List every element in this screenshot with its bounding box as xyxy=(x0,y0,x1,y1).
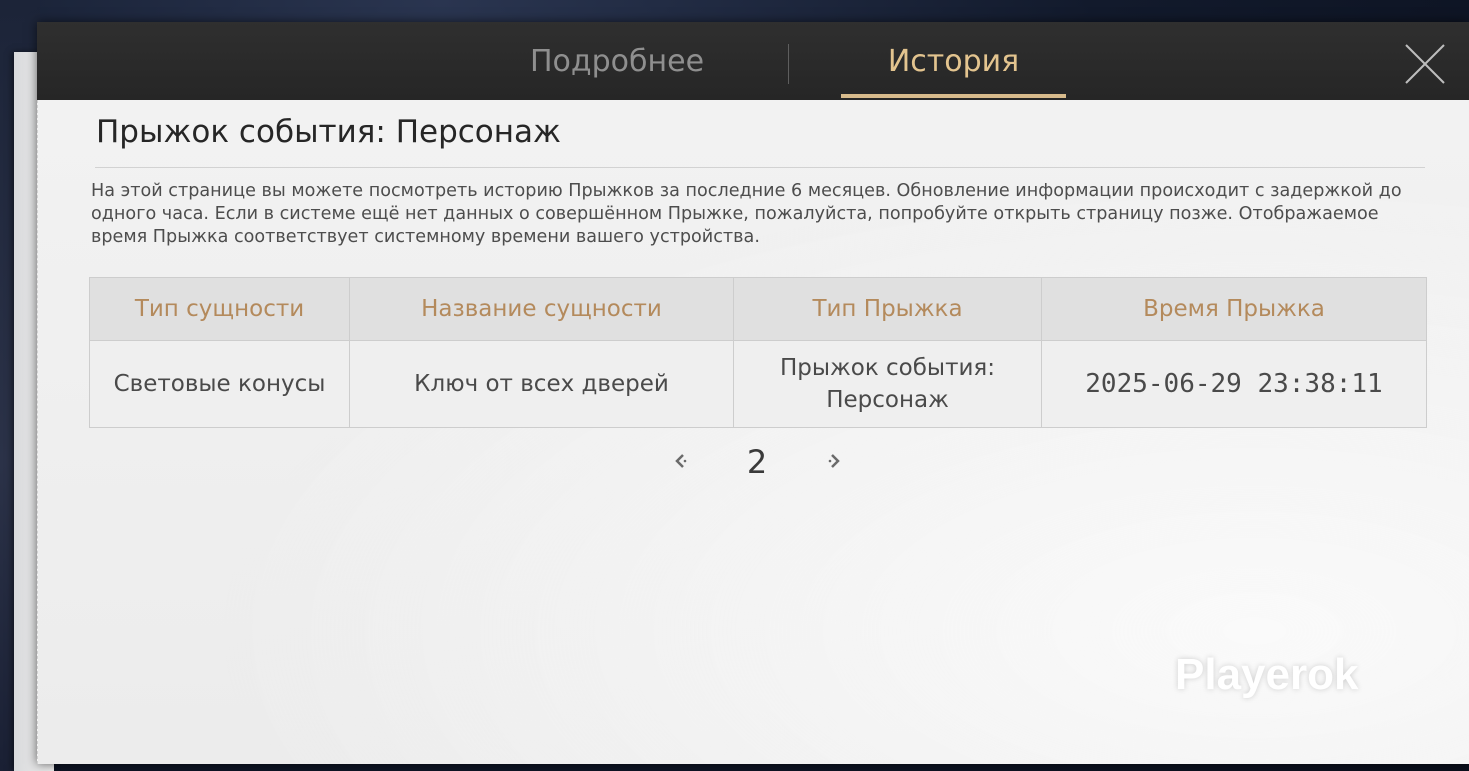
chevron-left-icon xyxy=(675,454,687,468)
column-header-entity-type: Тип сущности xyxy=(89,277,350,341)
table-header-row: Тип сущности Название сущности Тип Прыжк… xyxy=(89,277,1427,341)
current-page-number: 2 xyxy=(746,443,768,481)
cell-jump-time: 2025-06-29 23:38:11 xyxy=(1041,340,1427,428)
column-header-jump-type: Тип Прыжка xyxy=(733,277,1042,341)
title-divider xyxy=(95,167,1425,168)
column-header-entity-name: Название сущности xyxy=(349,277,734,341)
pagination: 2 xyxy=(37,440,1469,484)
next-page-button[interactable] xyxy=(819,446,849,476)
info-text: На этой странице вы можете посмотреть ис… xyxy=(91,181,1402,247)
cell-entity-type: Световые конусы xyxy=(89,340,350,428)
cell-entity-name: Ключ от всех дверей xyxy=(349,340,734,428)
chevron-right-icon xyxy=(828,454,840,468)
history-table: Тип сущности Название сущности Тип Прыжк… xyxy=(89,277,1427,428)
table-row: Световые конусы Ключ от всех дверей Прыж… xyxy=(89,340,1427,428)
cell-jump-type: Прыжок события: Персонаж xyxy=(733,340,1042,428)
column-header-jump-time: Время Прыжка xyxy=(1041,277,1427,341)
watermark-logo: Playerok xyxy=(1175,650,1359,699)
tab-divider xyxy=(788,44,789,84)
tab-history[interactable]: История xyxy=(841,22,1066,100)
prev-page-button[interactable] xyxy=(666,446,696,476)
tab-details[interactable]: Подробнее xyxy=(467,22,767,100)
close-button[interactable] xyxy=(1400,39,1450,89)
page-title: Прыжок события: Персонаж xyxy=(96,114,561,150)
dialog-header: Подробнее История xyxy=(37,22,1469,100)
close-icon xyxy=(1405,44,1445,84)
active-tab-indicator xyxy=(841,94,1066,98)
